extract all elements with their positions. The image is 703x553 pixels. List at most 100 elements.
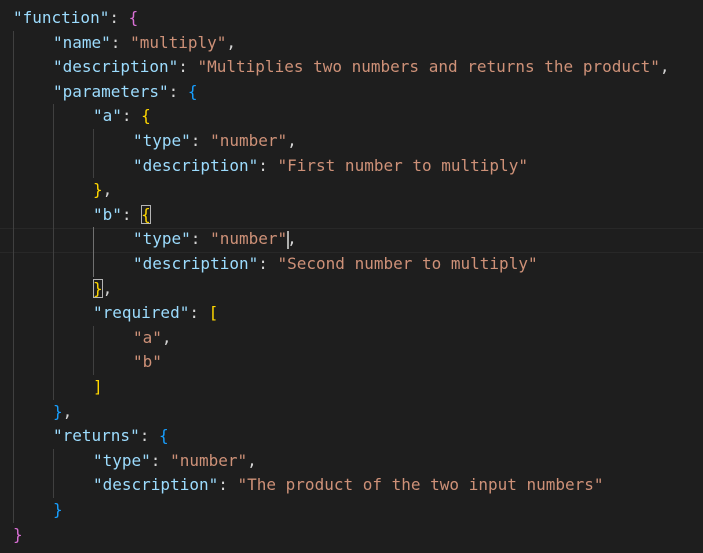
indent-guide [93,153,133,179]
comma: , [226,32,237,52]
indent-guide [93,325,133,351]
indent-guide [13,473,53,498]
open-brace: { [128,8,139,27]
indent-guide [53,301,93,326]
colon: : [190,229,211,249]
json-string: "multiply" [130,32,227,52]
comma: , [161,327,172,347]
comma: , [102,278,113,298]
code-line-13: "required": [ [13,301,218,326]
indent-guide [13,79,53,105]
colon: : [258,155,278,175]
code-line-6: "type": "number", [13,129,297,154]
code-line-12: }, [13,276,113,302]
colon: : [258,254,278,273]
json-key: "description" [133,155,259,175]
json-string: "number" [210,131,288,150]
code-line-3: "description": "Multiplies two numbers a… [13,55,670,80]
close-brace: } [13,524,23,544]
code-editor[interactable]: "function": { "name": "multiply", "descr… [0,0,703,553]
indent-guide [13,325,53,351]
indent-guide [53,153,93,179]
indent-guide [13,202,53,228]
indent-guide [53,227,93,252]
code-line-5: "a": { [13,104,151,129]
indent-guide [13,350,53,375]
json-key: "required" [93,303,190,323]
comma: , [659,57,670,77]
open-brace: { [187,81,198,101]
colon: : [189,303,209,323]
indent-guide [53,375,93,400]
code-line-16: ] [13,375,103,400]
indent-guide [13,276,53,302]
colon: : [178,57,198,77]
colon: : [121,106,142,126]
indent-guide [13,498,53,523]
indent-guide [13,301,53,326]
code-line-18: "returns": { [13,424,169,449]
indent-guide [13,448,53,474]
indent-guide [53,473,93,498]
indent-guide [53,129,93,154]
indent-guide [13,55,53,80]
code-line-19: "type": "number", [13,448,257,474]
open-brace: { [141,106,151,126]
json-string: "The product of the two input numbers" [237,475,604,495]
json-key: "type" [133,131,191,150]
comma: , [102,180,113,200]
json-string: "Multiplies two numbers and returns the … [197,57,660,77]
code-line-8: }, [13,178,112,203]
indent-guide [93,129,133,154]
open-bracket: [ [208,303,219,323]
json-key: "description" [93,475,219,495]
indent-guide [53,276,93,302]
json-string: "b" [133,352,162,372]
indent-guide [13,399,53,425]
json-key: "function" [13,8,110,27]
code-line-22: } [13,523,23,548]
json-key: "description" [53,57,179,77]
close-bracket: ] [93,377,103,396]
code-line-20: "description": "The product of the two i… [13,473,604,498]
code-line-17: }, [13,399,72,425]
json-string: "a" [133,327,162,347]
indent-guide [13,252,53,277]
json-string: "number" [210,229,288,249]
colon: : [218,475,238,495]
code-line-14: "a", [13,325,172,351]
indent-guide [53,252,93,277]
indent-guide [13,104,53,129]
indent-guide-active [93,252,133,277]
json-key: "type" [93,450,151,470]
colon: : [168,81,188,101]
comma: , [287,131,297,150]
code-line-21: } [13,498,63,523]
json-key: "name" [53,32,111,52]
close-brace: } [53,401,63,421]
colon: : [109,8,129,27]
indent-guide [13,227,53,252]
indent-guide [53,325,93,351]
code-line-9: "b": { [13,202,151,228]
close-brace: } [53,500,63,519]
json-key: "description" [133,254,259,273]
colon: : [139,426,159,446]
colon: : [110,32,131,52]
json-key: "returns" [53,426,140,446]
json-key: "b" [93,204,122,224]
indent-guide [53,448,93,474]
code-line-15: "b" [13,350,162,375]
json-string: "number" [170,450,248,470]
comma: , [247,450,257,470]
indent-guide [13,375,53,400]
indent-guide [53,202,93,228]
json-key: "a" [93,106,122,126]
json-string: "First number to multiply" [277,155,528,175]
colon: : [121,204,142,224]
code-line-7: "description": "First number to multiply… [13,153,528,179]
indent-guide [13,178,53,203]
indent-guide [13,153,53,179]
indent-guide [53,350,93,375]
code-line-10: "type": "number", [13,227,297,252]
